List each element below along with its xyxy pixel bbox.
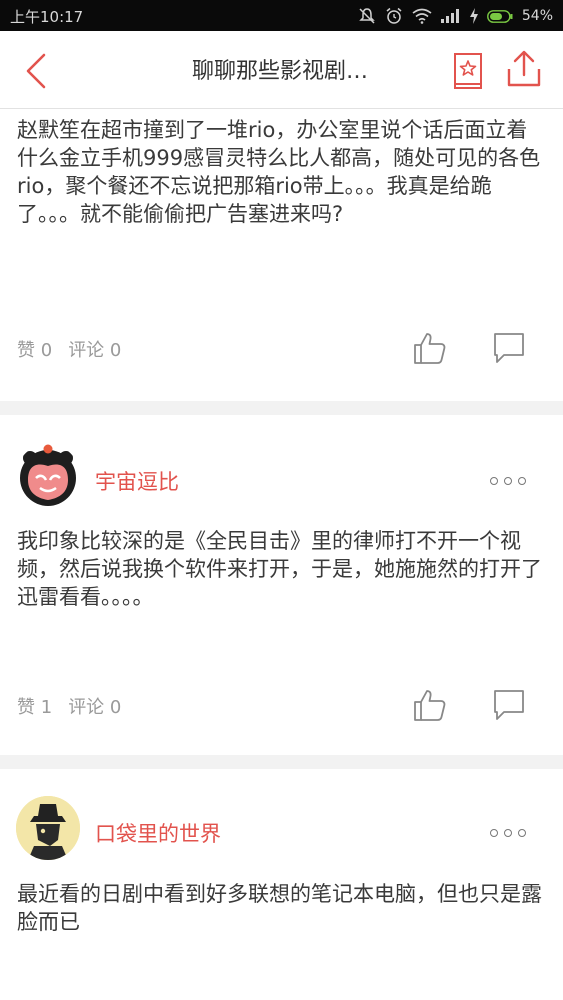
like-count: 赞 1 [17, 697, 53, 718]
page-title: 聊聊那些影视剧… [191, 59, 368, 84]
comment-icon[interactable] [492, 331, 526, 365]
post-meta: 赞 0 评论 0 [17, 336, 121, 362]
battery-icon [486, 9, 513, 23]
signal-icon [440, 9, 459, 23]
post-card: 赵默笙在超市撞到了一堆rio，办公室里说个话后面立着什么金立手机999感冒灵特么… [0, 109, 563, 401]
more-options-icon[interactable] [490, 471, 526, 491]
status-bar: 上午10:17 54% [0, 0, 563, 31]
comment-icon[interactable] [492, 688, 526, 722]
post-meta: 赞 1 评论 0 [17, 693, 121, 719]
post-card: 宇宙逗比 我印象比较深的是《全民目击》里的律师打不开一个视频，然后说我换个软件来… [0, 415, 563, 755]
post-text: 最近看的日剧中看到好多联想的笔记本电脑，但也只是露脸而已 [17, 882, 542, 934]
alarm-icon [386, 7, 402, 24]
post-text: 赵默笙在超市撞到了一堆rio，办公室里说个话后面立着什么金立手机999感冒灵特么… [17, 118, 541, 226]
status-time: 上午10:17 [10, 8, 84, 26]
more-options-icon[interactable] [490, 823, 526, 843]
battery-percent: 54% [521, 8, 553, 24]
card-divider [0, 755, 563, 769]
like-count: 赞 0 [17, 340, 53, 361]
comment-count: 评论 0 [68, 340, 122, 361]
username[interactable]: 口袋里的世界 [95, 818, 221, 848]
thumbs-up-icon[interactable] [412, 330, 448, 366]
charging-icon [469, 8, 478, 24]
chevron-left-icon[interactable] [16, 49, 60, 93]
avatar-image [20, 444, 76, 506]
share-icon[interactable] [504, 49, 544, 91]
avatar[interactable] [16, 796, 80, 860]
avatar-image [16, 796, 80, 860]
username[interactable]: 宇宙逗比 [95, 466, 179, 496]
thumbs-up-icon[interactable] [412, 687, 448, 723]
nav-bar: 聊聊那些影视剧… [0, 31, 563, 109]
post-card: 口袋里的世界 最近看的日剧中看到好多联想的笔记本电脑，但也只是露脸而已 [0, 769, 563, 1000]
status-icons: 54% [358, 5, 553, 27]
card-divider [0, 401, 563, 415]
comment-feed[interactable]: 赵默笙在超市撞到了一堆rio，办公室里说个话后面立着什么金立手机999感冒灵特么… [0, 109, 563, 1000]
comment-count: 评论 0 [68, 697, 122, 718]
post-text: 我印象比较深的是《全民目击》里的律师打不开一个视频，然后说我换个软件来打开，于是… [17, 529, 542, 609]
wifi-icon [412, 8, 432, 24]
avatar[interactable] [16, 444, 80, 508]
mute-icon [359, 8, 375, 24]
favorite-icon[interactable] [452, 51, 488, 91]
